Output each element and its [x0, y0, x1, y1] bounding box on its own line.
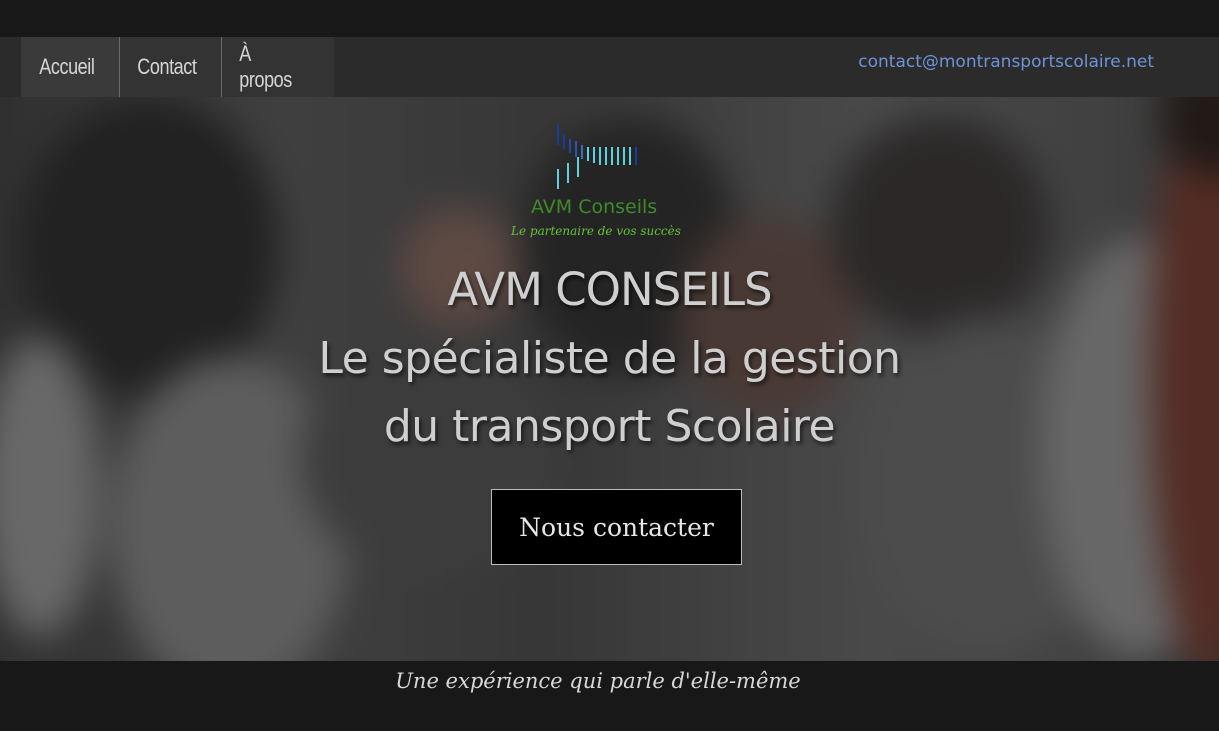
main-menu: Accueil Contact À propos [21, 37, 334, 97]
hero-banner: AVM Conseils Le partenaire de vos succès… [0, 97, 1219, 661]
menu-item-contact-label: Contact [137, 54, 197, 79]
contact-us-button[interactable]: Nous contacter [491, 489, 742, 565]
menu-item-a-propos-label: À propos [239, 41, 292, 92]
hero-subtitle-line-2: du transport Scolaire [383, 401, 836, 452]
navigation-bar: Accueil Contact À propos contact@montran… [0, 37, 1219, 97]
menu-item-accueil-label: Accueil [39, 54, 95, 79]
menu-item-contact[interactable]: Contact [120, 37, 222, 97]
hero-title: AVM CONSEILS [447, 263, 772, 316]
bar-chart-logo-icon [557, 125, 637, 189]
footer-tagline: Une expérience qui parle d'elle-même [395, 669, 801, 693]
hero-subtitle-line-1: Le spécialiste de la gestion [318, 333, 901, 384]
logo-tagline: Le partenaire de vos succès [511, 224, 681, 238]
contact-email-link[interactable]: contact@montransportscolaire.net [858, 52, 1154, 72]
menu-item-accueil[interactable]: Accueil [21, 37, 120, 97]
footer-strip: Une expérience qui parle d'elle-même [0, 661, 1219, 731]
company-logo: AVM Conseils Le partenaire de vos succès [505, 123, 690, 243]
logo-name: AVM Conseils [531, 196, 658, 218]
top-strip [0, 0, 1219, 37]
menu-item-a-propos[interactable]: À propos [222, 37, 334, 97]
